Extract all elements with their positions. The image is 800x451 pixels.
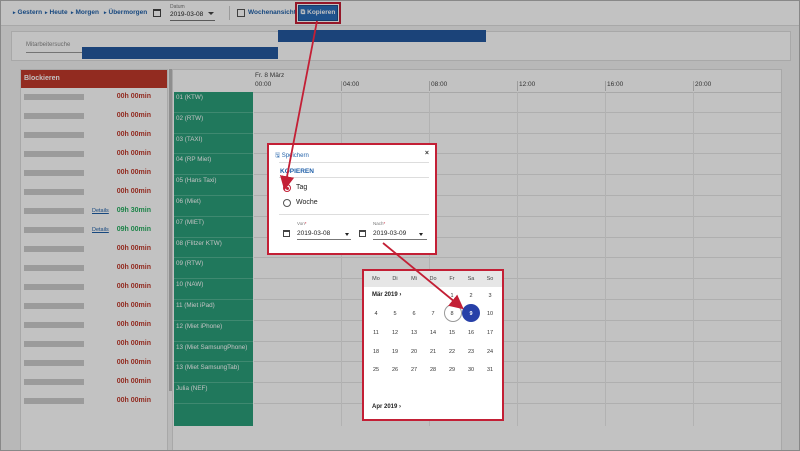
woche-radio[interactable] — [283, 199, 291, 207]
month-label[interactable]: Mär 2019 › — [372, 292, 401, 298]
day-cell[interactable]: 27 — [405, 367, 423, 373]
day-cell[interactable]: 6 — [405, 311, 423, 317]
chevron-down-icon[interactable] — [419, 233, 423, 236]
day-cell[interactable]: 13 — [405, 330, 423, 336]
day-cell[interactable]: 19 — [386, 349, 404, 355]
dialog-title: KOPIEREN — [280, 168, 314, 175]
day-cell[interactable]: 1 — [443, 293, 461, 299]
day-cell[interactable]: 16 — [462, 330, 480, 336]
calendar-icon — [359, 230, 366, 237]
day-cell[interactable]: 7 — [424, 311, 442, 317]
day-cell[interactable]: 20 — [405, 349, 423, 355]
save-icon: 🖫 — [275, 153, 281, 159]
day-cell[interactable]: 11 — [367, 330, 385, 336]
weekday-header: Mo Di Mi Do Fr Sa So — [364, 271, 502, 287]
day-cell[interactable]: 5 — [386, 311, 404, 317]
calendar-icon — [283, 230, 290, 237]
day-cell[interactable]: 24 — [481, 349, 499, 355]
day-cell[interactable]: 26 — [386, 367, 404, 373]
weekday-label: Mo — [372, 276, 380, 282]
close-icon[interactable]: × — [425, 150, 429, 157]
day-cell[interactable]: 25 — [367, 367, 385, 373]
day-cell[interactable]: 30 — [462, 367, 480, 373]
tag-radio[interactable] — [283, 184, 291, 192]
day-cell[interactable]: 10 — [481, 311, 499, 317]
chevron-right-icon: › — [399, 292, 402, 298]
chevron-down-icon[interactable] — [345, 233, 349, 236]
nach-label: Nach* — [373, 221, 386, 226]
woche-label[interactable]: Woche — [296, 199, 318, 206]
kopieren-dialog: 🖫 Speichern × KOPIEREN Tag Woche Von* 20… — [267, 143, 437, 255]
day-cell[interactable]: 14 — [424, 330, 442, 336]
day-cell[interactable]: 15 — [443, 330, 461, 336]
day-cell[interactable]: 28 — [424, 367, 442, 373]
chevron-right-icon: › — [399, 404, 402, 410]
day-cell[interactable]: 8 — [443, 311, 461, 317]
day-cell[interactable]: 31 — [481, 367, 499, 373]
weekday-label: So — [486, 276, 494, 282]
next-month-label[interactable]: Apr 2019 › — [372, 404, 401, 410]
day-cell[interactable]: 3 — [481, 293, 499, 299]
nach-input[interactable]: 2019-03-09 — [373, 230, 406, 237]
weekday-label: Di — [392, 276, 398, 282]
day-cell[interactable]: 17 — [481, 330, 499, 336]
divider — [279, 177, 429, 178]
day-cell[interactable]: 12 — [386, 330, 404, 336]
day-cell[interactable]: 21 — [424, 349, 442, 355]
von-underline — [297, 239, 351, 240]
day-cell[interactable]: 22 — [443, 349, 461, 355]
day-cell[interactable]: 29 — [443, 367, 461, 373]
weekday-label: Fr — [449, 276, 455, 282]
day-cell[interactable]: 23 — [462, 349, 480, 355]
day-cell[interactable]: 9 — [462, 311, 480, 317]
divider — [279, 214, 429, 215]
divider — [279, 162, 429, 163]
weekday-label: Sa — [467, 276, 475, 282]
nach-underline — [373, 239, 427, 240]
app-window: ▸ Gestern ▸ Heute ▸ Morgen ▸ Übermorgen Datu… — [0, 0, 800, 451]
von-label: Von* — [297, 221, 307, 226]
day-cell[interactable]: 18 — [367, 349, 385, 355]
weekday-label: Mi — [411, 276, 417, 282]
von-input[interactable]: 2019-03-08 — [297, 230, 330, 237]
date-picker-popup: Mo Di Mi Do Fr Sa So Mär 2019 › 1 2 3 4 5 6 7 8 9 10 11 1… — [362, 269, 504, 421]
tag-label[interactable]: Tag — [296, 184, 307, 191]
day-cell[interactable]: 4 — [367, 311, 385, 317]
day-cell[interactable]: 2 — [462, 293, 480, 299]
weekday-label: Do — [429, 276, 437, 282]
speichern-button[interactable]: 🖫 Speichern — [275, 151, 309, 161]
